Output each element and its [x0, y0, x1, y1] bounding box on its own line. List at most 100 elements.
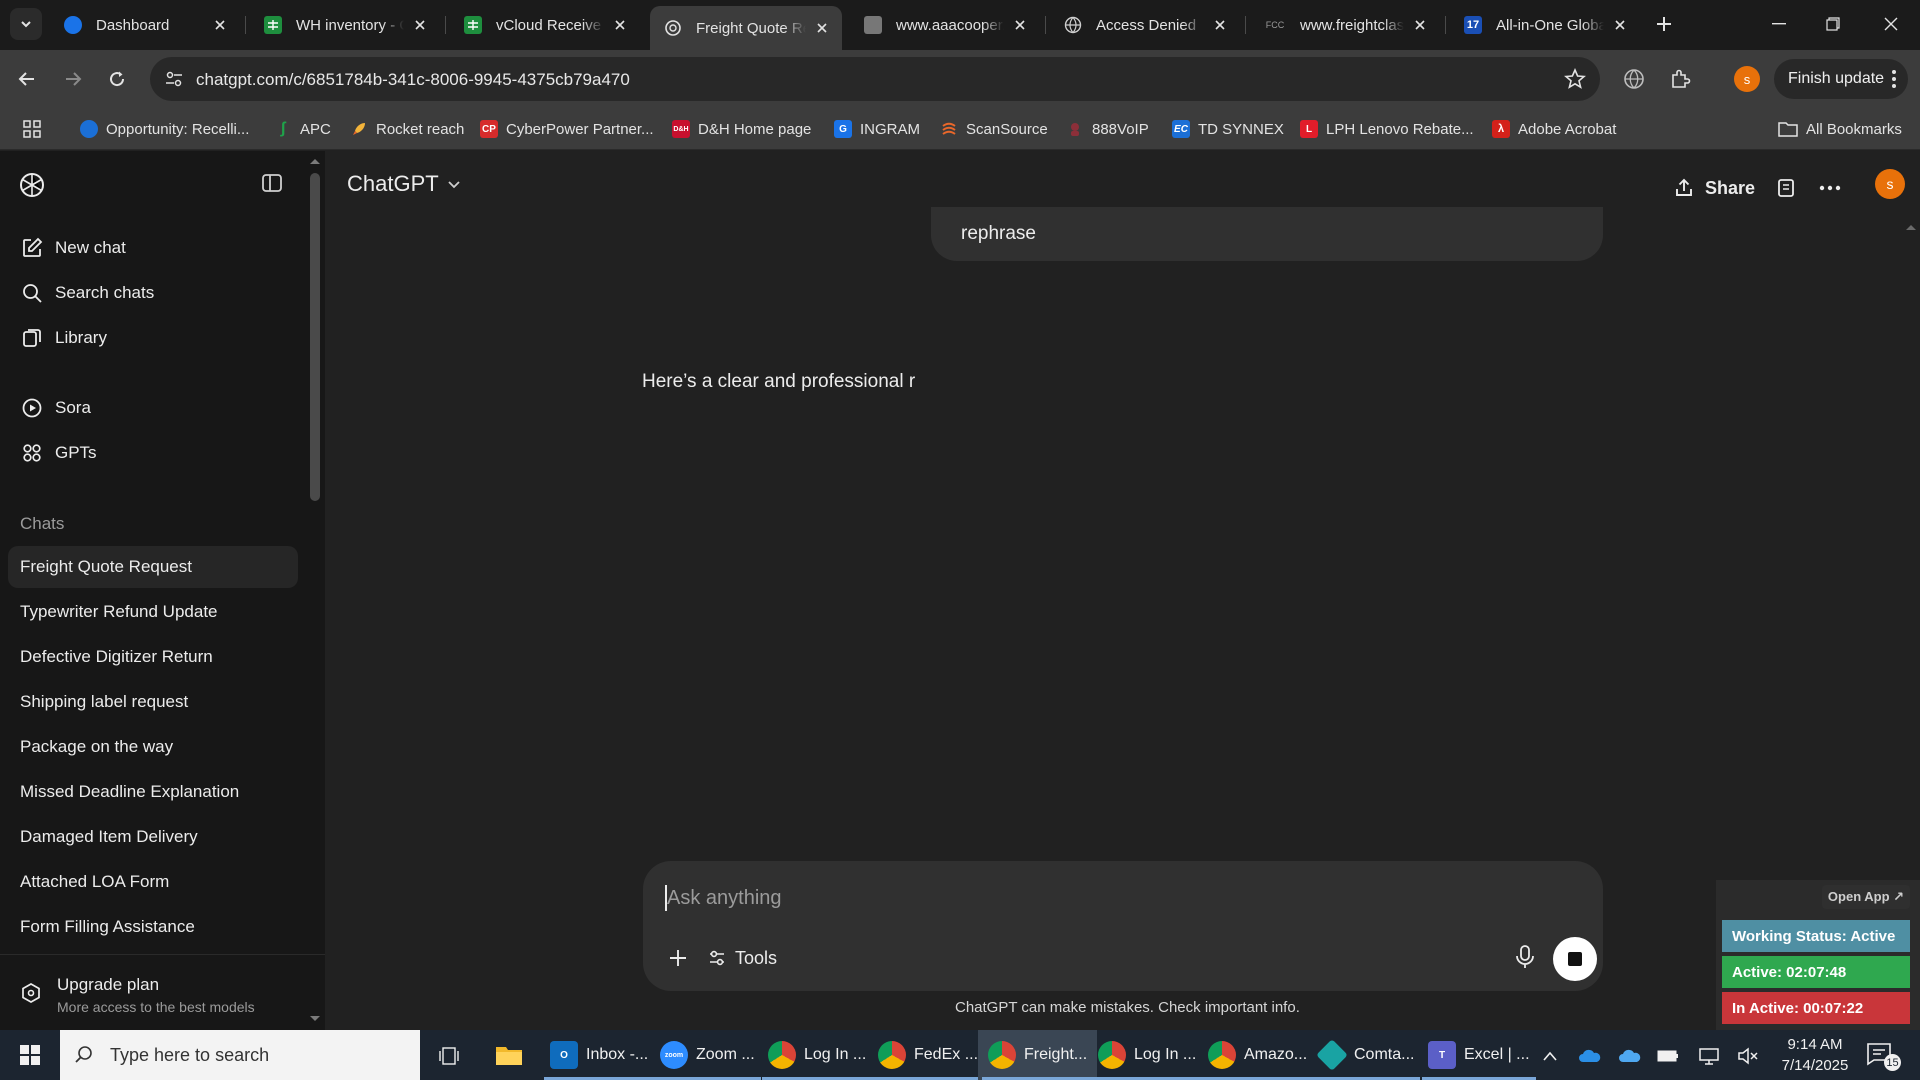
more-options-button[interactable]: [1819, 171, 1841, 205]
tab-search-button[interactable]: [10, 8, 42, 40]
task-view-icon[interactable]: [438, 1044, 462, 1068]
bookmark-star-icon[interactable]: [1564, 68, 1586, 90]
message-input[interactable]: Ask anything: [667, 887, 782, 910]
model-selector[interactable]: ChatGPT: [347, 171, 461, 197]
taskbar-app-chrome[interactable]: Log In ...: [1088, 1030, 1206, 1080]
new-chat-button[interactable]: New chat: [8, 228, 298, 268]
bookmark-lenovo[interactable]: L LPH Lenovo Rebate...: [1300, 118, 1474, 140]
bookmark-ingram[interactable]: G INGRAM: [834, 118, 920, 140]
taskbar-app-zoom[interactable]: zoom Zoom ...: [650, 1030, 765, 1080]
notification-center-button[interactable]: 15: [1866, 1042, 1902, 1072]
bookmark-adobe[interactable]: λ Adobe Acrobat: [1492, 118, 1616, 140]
library-button[interactable]: Library: [8, 318, 298, 358]
chat-item[interactable]: Damaged Item Delivery: [8, 816, 298, 858]
close-tab-icon[interactable]: [812, 18, 832, 38]
sidebar-toggle-icon[interactable]: [260, 171, 284, 195]
bookmark-tdsynnex[interactable]: EC TD SYNNEX: [1172, 118, 1284, 140]
search-chats-button[interactable]: Search chats: [8, 273, 298, 313]
main-scroll-up-arrow[interactable]: [1905, 223, 1917, 231]
taskbar-app-outlook[interactable]: O Inbox -...: [540, 1030, 658, 1080]
bookmark-opportunity[interactable]: Opportunity: Recelli...: [80, 118, 249, 140]
browser-tab-active[interactable]: Freight Quote Request: [650, 6, 842, 50]
stop-generating-button[interactable]: [1553, 937, 1597, 981]
minimize-window-button[interactable]: [1756, 8, 1802, 40]
apps-grid-button[interactable]: [22, 118, 42, 140]
translate-icon[interactable]: [1618, 63, 1650, 95]
sora-button[interactable]: Sora: [8, 388, 298, 428]
onedrive-business-icon[interactable]: [1618, 1044, 1642, 1068]
taskbar-app-teams[interactable]: T Excel | ...: [1418, 1030, 1540, 1080]
restore-window-button[interactable]: [1810, 8, 1856, 40]
chat-item[interactable]: Typewriter Refund Update: [8, 591, 298, 633]
browser-tab[interactable]: WH inventory - Google Sheets: [250, 8, 440, 42]
browser-tab[interactable]: Access Denied: [1050, 8, 1240, 42]
extensions-icon[interactable]: [1664, 63, 1696, 95]
address-bar[interactable]: chatgpt.com/c/6851784b-341c-8006-9945-43…: [150, 57, 1600, 101]
all-bookmarks-button[interactable]: All Bookmarks: [1778, 118, 1902, 140]
chat-item[interactable]: Defective Digitizer Return: [8, 636, 298, 678]
gpts-icon: [23, 444, 41, 462]
sidebar-scrollbar-thumb[interactable]: [310, 173, 320, 501]
browser-tab[interactable]: 17 All-in-One Global: [1450, 8, 1640, 42]
browser-profile-avatar[interactable]: s: [1734, 66, 1760, 92]
taskbar-app-chrome[interactable]: Log In ...: [758, 1030, 876, 1080]
chat-item[interactable]: Missed Deadline Explanation: [8, 771, 298, 813]
bookmark-rocketreach[interactable]: Rocket reach: [350, 118, 464, 140]
close-tab-icon[interactable]: [1610, 15, 1630, 35]
file-explorer-icon[interactable]: [494, 1042, 524, 1068]
openai-logo-icon[interactable]: [18, 171, 46, 199]
taskbar-app-chrome[interactable]: Amazo...: [1198, 1030, 1317, 1080]
user-avatar[interactable]: s: [1875, 169, 1905, 199]
bookmark-scansource[interactable]: ScanSource: [940, 118, 1048, 140]
taskbar-search[interactable]: Type here to search: [60, 1030, 420, 1080]
bookmark-888voip[interactable]: 888VoIP: [1066, 118, 1149, 140]
close-tab-icon[interactable]: [1410, 15, 1430, 35]
reload-button[interactable]: [100, 62, 134, 96]
attach-button[interactable]: [661, 941, 695, 975]
taskbar-app-chrome[interactable]: FedEx ...: [868, 1030, 988, 1080]
chat-item[interactable]: Shipping label request: [8, 681, 298, 723]
canvas-button[interactable]: [1775, 171, 1797, 205]
bookmark-apc[interactable]: ʃ APC: [274, 118, 331, 140]
browser-tab[interactable]: www.aaacooper.com: [850, 8, 1040, 42]
chat-item[interactable]: Attached LOA Form: [8, 861, 298, 903]
close-tab-icon[interactable]: [1010, 15, 1030, 35]
bookmark-dh[interactable]: D&H D&H Home page: [672, 118, 811, 140]
network-icon[interactable]: [1698, 1044, 1722, 1068]
new-tab-button[interactable]: [1650, 10, 1678, 38]
open-app-button[interactable]: Open App ↗: [1822, 885, 1910, 909]
taskbar-app-comtrade[interactable]: Comta...: [1308, 1030, 1424, 1080]
scroll-up-arrow[interactable]: [309, 157, 321, 167]
site-info-icon[interactable]: [164, 69, 184, 89]
chat-item[interactable]: Package on the way: [8, 726, 298, 768]
taskbar-app-chrome-active[interactable]: Freight...: [978, 1030, 1098, 1080]
url-text: chatgpt.com/c/6851784b-341c-8006-9945-43…: [196, 70, 630, 89]
gpts-button[interactable]: GPTs: [8, 433, 298, 473]
volume-muted-icon[interactable]: [1736, 1044, 1760, 1068]
close-tab-icon[interactable]: [610, 15, 630, 35]
forward-button[interactable]: [56, 62, 90, 96]
scroll-down-arrow[interactable]: [309, 1015, 321, 1025]
start-button[interactable]: [10, 1040, 50, 1070]
tray-overflow-icon[interactable]: [1538, 1044, 1562, 1068]
finish-update-button[interactable]: Finish update: [1774, 59, 1908, 99]
taskbar-clock[interactable]: 9:14 AM 7/14/2025: [1765, 1034, 1865, 1076]
onedrive-icon[interactable]: [1578, 1044, 1602, 1068]
microphone-button[interactable]: [1513, 943, 1537, 971]
back-button[interactable]: [10, 62, 44, 96]
close-window-button[interactable]: [1868, 8, 1914, 40]
browser-tab[interactable]: Dashboard: [50, 8, 240, 42]
bookmark-cyberpower[interactable]: CP CyberPower Partner...: [480, 118, 654, 140]
share-button[interactable]: Share: [1673, 171, 1755, 205]
close-tab-icon[interactable]: [210, 15, 230, 35]
battery-icon[interactable]: [1656, 1044, 1680, 1068]
chat-item[interactable]: Form Filling Assistance: [8, 906, 298, 948]
tools-button[interactable]: Tools: [707, 943, 777, 973]
chat-item-selected[interactable]: Freight Quote Request: [8, 546, 298, 588]
upgrade-title: Upgrade plan: [57, 975, 160, 994]
close-tab-icon[interactable]: [410, 15, 430, 35]
close-tab-icon[interactable]: [1210, 15, 1230, 35]
upgrade-plan-button[interactable]: Upgrade plan More access to the best mod…: [0, 954, 325, 1030]
browser-tab[interactable]: FCC www.freightclass.com: [1250, 8, 1440, 42]
browser-tab[interactable]: vCloud Receive Form: [450, 8, 640, 42]
